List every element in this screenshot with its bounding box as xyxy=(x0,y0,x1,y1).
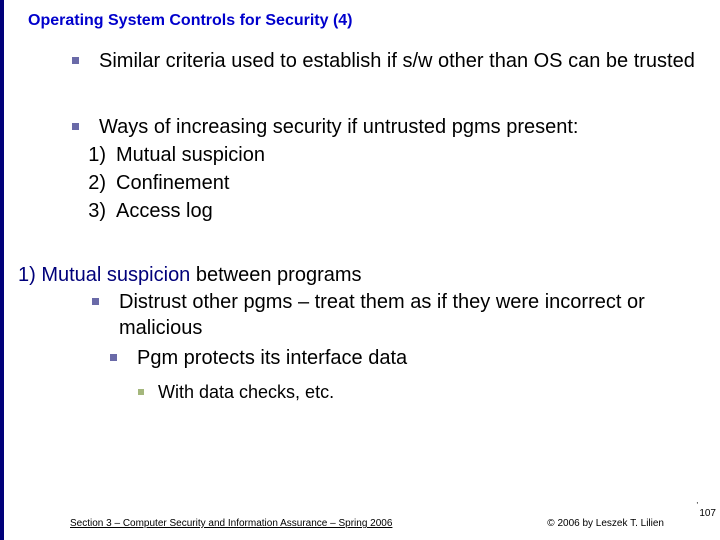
bullet-text: Ways of increasing security if untrusted… xyxy=(99,114,578,140)
slide-content: Similar criteria used to establish if s/… xyxy=(0,30,720,404)
square-bullet-icon xyxy=(110,354,117,361)
sub-bullet-2: Pgm protects its interface data xyxy=(110,345,720,371)
list-text: Confinement xyxy=(116,170,229,196)
sub-bullet-1: Distrust other pgms – treat them as if t… xyxy=(92,289,720,341)
page-number: 107 xyxy=(699,508,716,519)
list-number: 2) xyxy=(82,170,116,196)
sub-bullet-3: With data checks, etc. xyxy=(138,381,720,404)
square-bullet-icon xyxy=(92,298,99,305)
square-bullet-icon xyxy=(72,57,79,64)
list-number: 3) xyxy=(82,198,116,224)
list-number: 1) xyxy=(82,142,116,168)
bullet-text: Similar criteria used to establish if s/… xyxy=(99,48,695,74)
bullet-item-2: Ways of increasing security if untrusted… xyxy=(72,114,720,140)
sub-text: Pgm protects its interface data xyxy=(137,345,407,371)
list-text: Access log xyxy=(116,198,213,224)
list-item: 2) Confinement xyxy=(82,170,720,196)
slide-title: Operating System Controls for Security (… xyxy=(0,0,720,30)
footer-left: Section 3 – Computer Security and Inform… xyxy=(70,518,392,529)
square-bullet-icon xyxy=(72,123,79,130)
list-item: 3) Access log xyxy=(82,198,720,224)
section-heading: 1) Mutual suspicion between programs xyxy=(18,264,720,287)
bullet-item-1: Similar criteria used to establish if s/… xyxy=(72,48,720,74)
numbered-list: 1) Mutual suspicion 2) Confinement 3) Ac… xyxy=(82,142,720,224)
section-highlight: Mutual suspicion xyxy=(41,264,190,286)
tiny-mark: ' xyxy=(696,501,698,510)
section-suffix: between programs xyxy=(190,264,361,286)
list-item: 1) Mutual suspicion xyxy=(82,142,720,168)
sub-text: Distrust other pgms – treat them as if t… xyxy=(119,289,720,341)
sub-text: With data checks, etc. xyxy=(158,381,334,404)
section-prefix: 1) xyxy=(18,264,41,286)
footer-right: © 2006 by Leszek T. Lilien xyxy=(547,518,664,529)
list-text: Mutual suspicion xyxy=(116,142,265,168)
square-bullet-icon xyxy=(138,389,144,395)
